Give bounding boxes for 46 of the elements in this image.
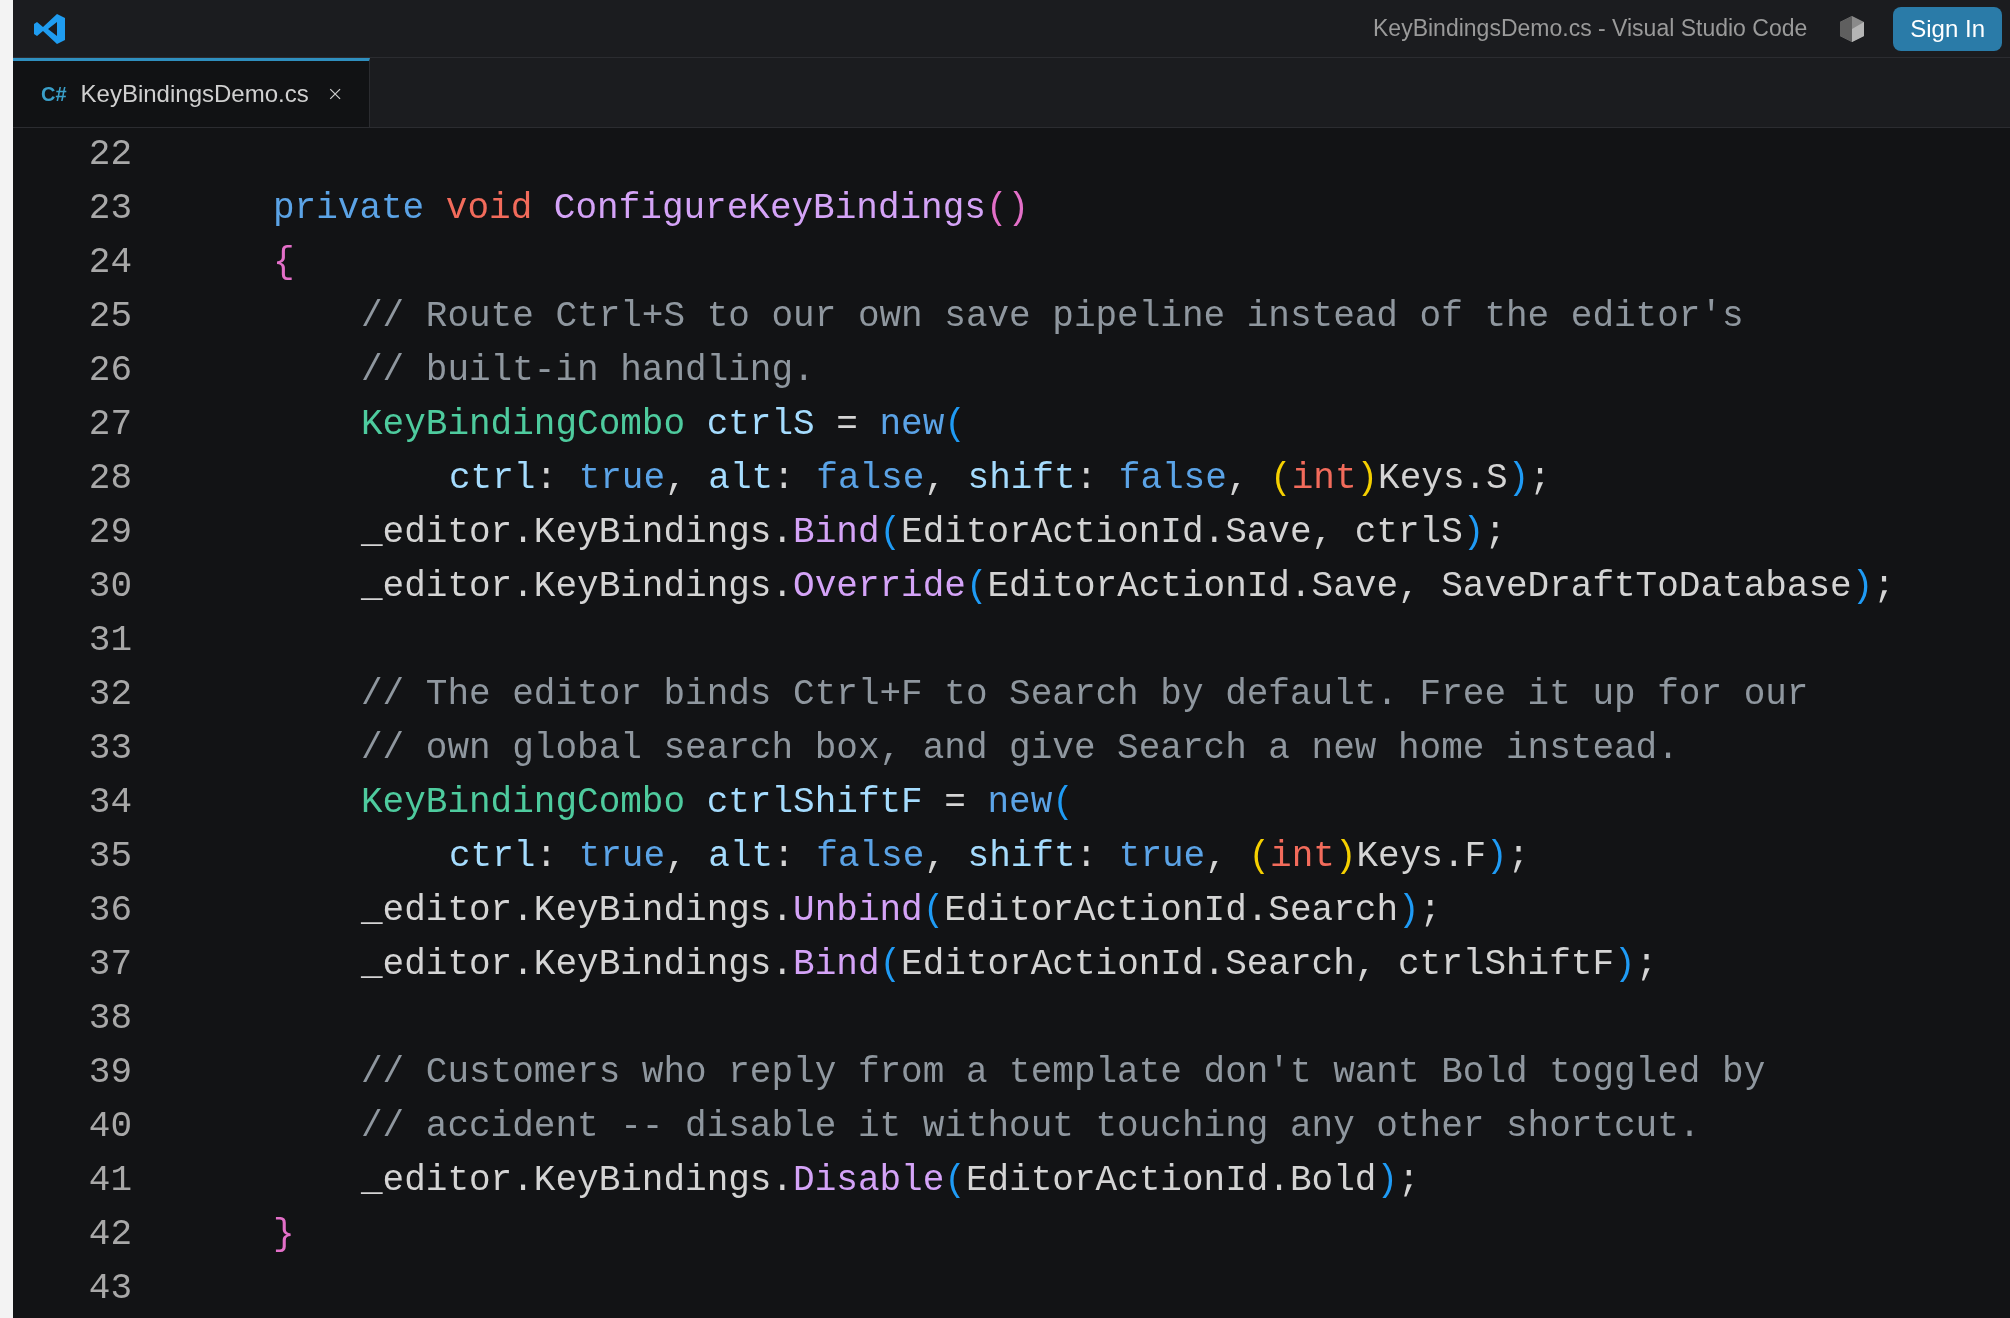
line-number: 43 — [87, 1267, 132, 1311]
line-number: 22 — [87, 133, 132, 177]
line-number: 29 — [87, 511, 132, 555]
code-line: _editor.KeyBindings.Disable(EditorActionId.Bold); — [361, 1159, 1420, 1203]
line-number: 27 — [87, 403, 132, 447]
code-line: // The editor binds Ctrl+F to Search by default. Free it up for our — [361, 673, 1809, 717]
line-number: 39 — [87, 1051, 132, 1095]
code-line: ctrl: true, alt: false, shift: true, (int)Keys.F); — [449, 835, 1530, 879]
line-number: 23 — [87, 187, 132, 231]
code-line: _editor.KeyBindings.Override(EditorActionId.Save, SaveDraftToDatabase); — [361, 565, 1895, 609]
line-number: 36 — [87, 889, 132, 933]
code-line: ctrl: true, alt: false, shift: false, (int)Keys.S); — [449, 457, 1551, 501]
sign-in-button[interactable]: Sign In — [1893, 6, 2002, 51]
line-number: 38 — [87, 997, 132, 1041]
code-line: // Route Ctrl+S to our own save pipeline instead of the editor's — [361, 295, 1744, 339]
code-line: private void ConfigureKeyBindings() — [273, 187, 1030, 231]
line-number: 31 — [87, 619, 132, 663]
window-title: KeyBindingsDemo.cs - Visual Studio Code — [1373, 14, 1808, 44]
code-line: // own global search box, and give Search a new home instead. — [361, 727, 1679, 771]
line-number: 25 — [87, 295, 132, 339]
line-number: 33 — [87, 727, 132, 771]
code-line: _editor.KeyBindings.Bind(EditorActionId.Save, ctrlS); — [361, 511, 1507, 555]
line-number: 41 — [87, 1159, 132, 1203]
line-number: 32 — [87, 673, 132, 717]
code-line: { — [273, 241, 295, 285]
line-number: 30 — [87, 565, 132, 609]
code-line: KeyBindingCombo ctrlS = new( — [361, 403, 966, 447]
csharp-file-icon: C# — [41, 79, 67, 109]
line-number: 34 — [87, 781, 132, 825]
tab-label: KeyBindingsDemo.cs — [80, 79, 309, 109]
code-line: // Customers who reply from a template don't want Bold toggled by — [361, 1051, 1766, 1095]
code-line: KeyBindingCombo ctrlShiftF = new( — [361, 781, 1074, 825]
line-number: 40 — [87, 1105, 132, 1149]
line-number: 37 — [87, 943, 132, 987]
editor-tab[interactable]: C# KeyBindingsDemo.cs — [13, 58, 370, 127]
line-number: 26 — [87, 349, 132, 393]
app-logo-icon — [33, 11, 67, 46]
code-line: _editor.KeyBindings.Bind(EditorActionId.Search, ctrlShiftF); — [361, 943, 1658, 987]
code-line: _editor.KeyBindings.Unbind(EditorActionId.Search); — [361, 889, 1442, 933]
line-number: 35 — [87, 835, 132, 879]
line-number: 42 — [87, 1213, 132, 1257]
code-line: // accident -- disable it without touching any other shortcut. — [361, 1105, 1701, 1149]
line-number: 24 — [87, 241, 132, 285]
line-number: 28 — [87, 457, 132, 501]
code-line: // built-in handling. — [361, 349, 815, 393]
code-line: } — [273, 1213, 295, 1257]
